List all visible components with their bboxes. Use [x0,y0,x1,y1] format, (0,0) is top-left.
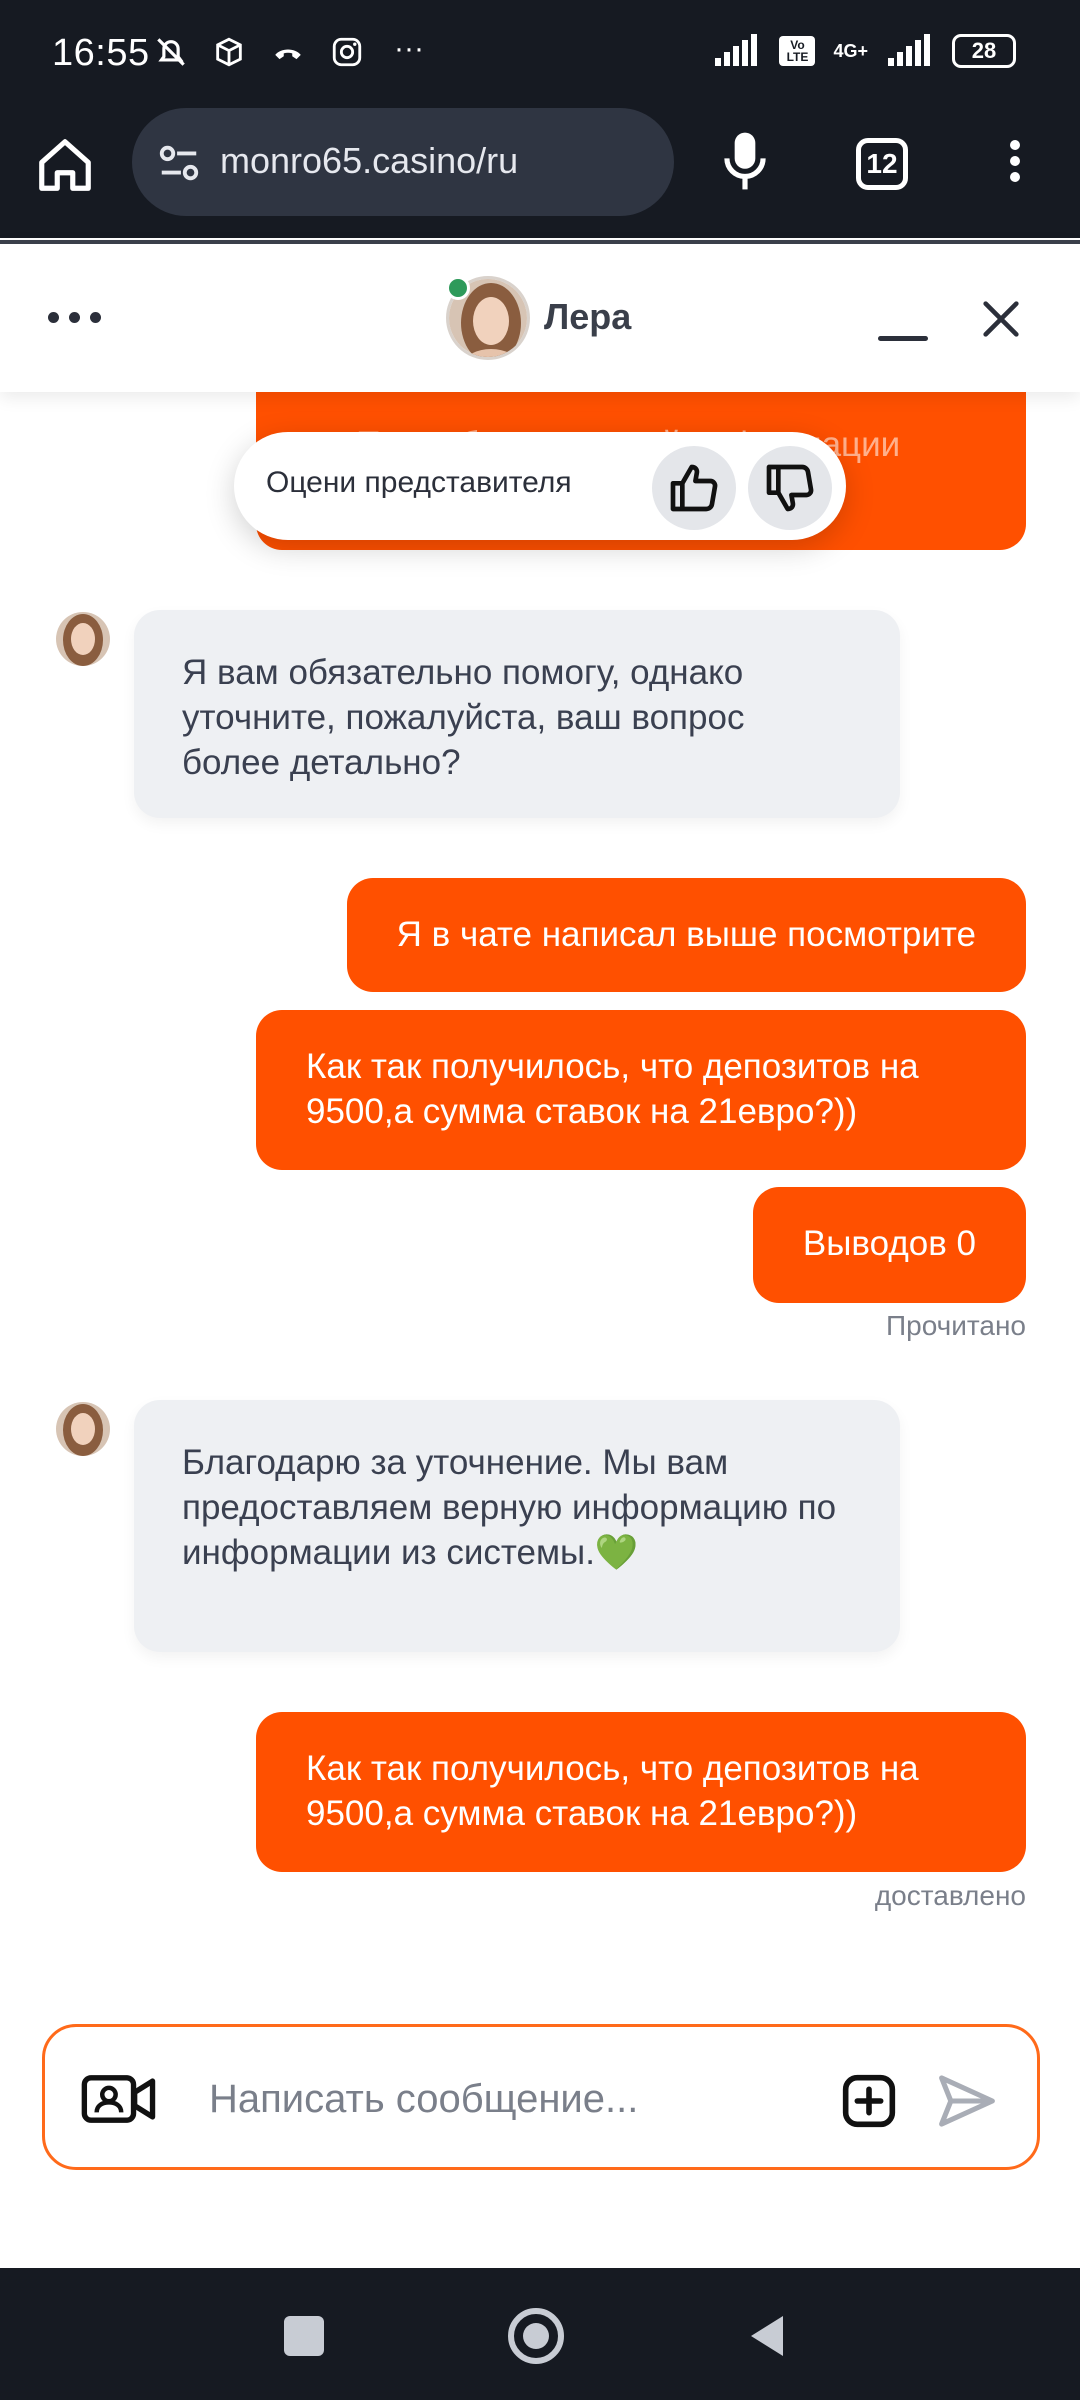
home-icon[interactable] [34,134,96,196]
browser-menu-icon[interactable] [1000,134,1030,194]
thumbs-up-button[interactable] [652,446,736,530]
thumbs-down-icon [766,464,814,512]
url-text: monro65.casino/ru [220,140,519,181]
notification-icons: ··· [152,32,424,72]
address-bar[interactable]: monro65.casino/ru [132,108,674,216]
video-call-icon[interactable] [81,2071,157,2127]
minimize-button[interactable] [878,332,928,346]
rate-agent-label: Оцени представителя [266,466,572,499]
browser-toolbar: monro65.casino/ru 12 [0,108,1080,238]
volte-icon: Vo LTE [779,36,816,66]
signal-2-icon [888,34,930,66]
agent-avatar-small [56,612,110,666]
delivered-status: доставлено [874,1880,1026,1911]
tab-switcher-button[interactable]: 12 [856,138,908,190]
more-notifications-icon: ··· [394,32,424,65]
message-bubble: Выводов 0 [752,1187,1026,1303]
message-text: Благодарю за уточнение. Мы вам предостав… [182,1443,837,1572]
message-bubble: Благодарю за уточнение. Мы вам предостав… [134,1400,900,1652]
message-composer [42,2024,1040,2170]
message-bubble: Как так получилось, что депозитов на 950… [256,1712,1026,1872]
signal-icon [715,34,758,66]
message-text: Выводов 0 [802,1224,976,1263]
battery-icon: 28 [952,34,1016,68]
battery-level: 28 [971,38,997,63]
add-attachment-icon[interactable] [841,2073,897,2129]
message-text: Я вам обязательно помогу, однако уточнит… [182,653,745,782]
recent-apps-button[interactable] [284,2316,324,2356]
thumbs-up-icon [670,464,718,512]
rate-agent-popup: Оцени представителя [234,432,846,540]
chat-options-icon[interactable] [48,312,101,323]
missed-call-icon [275,49,301,60]
message-bubble: Я вам обязательно помогу, однако уточнит… [134,610,900,818]
message-bubble: Как так получилось, что депозитов на 950… [256,1010,1026,1170]
instagram-icon [332,37,362,67]
chat-header: Лера [0,240,1080,392]
muted-bell-icon [157,38,185,66]
microphone-icon[interactable] [722,130,768,192]
message-input[interactable] [209,2067,849,2131]
chat-messages: Подробнее о вашей информации уточните во… [0,392,1080,2012]
send-icon[interactable] [937,2073,997,2129]
message-text: Я в чате написал выше посмотрите [396,915,976,954]
thumbs-down-button[interactable] [748,446,832,530]
network-type: 4G+ [833,40,868,61]
message-text: Как так получилось, что депозитов на 950… [306,1749,919,1833]
read-status: Прочитано [886,1310,1026,1341]
close-icon[interactable] [978,296,1024,342]
back-icon[interactable] [746,2312,788,2360]
clock: 16:55 [52,32,150,74]
system-navigation-bar [0,2268,1080,2400]
box-icon [216,37,242,67]
message-text: Как так получилось, что депозитов на 950… [306,1047,919,1131]
status-bar: 16:55 ··· Vo LTE 4G+ 28 [0,0,1080,108]
home-nav-button[interactable] [508,2308,564,2364]
online-indicator [446,276,470,300]
site-settings-icon[interactable] [156,140,202,186]
agent-avatar-small [56,1402,110,1456]
system-icons: Vo LTE 4G+ 28 [713,34,1016,68]
agent-avatar-container [446,276,530,360]
message-bubble: Я в чате написал выше посмотрите [346,878,1026,992]
agent-name: Лера [544,296,632,337]
